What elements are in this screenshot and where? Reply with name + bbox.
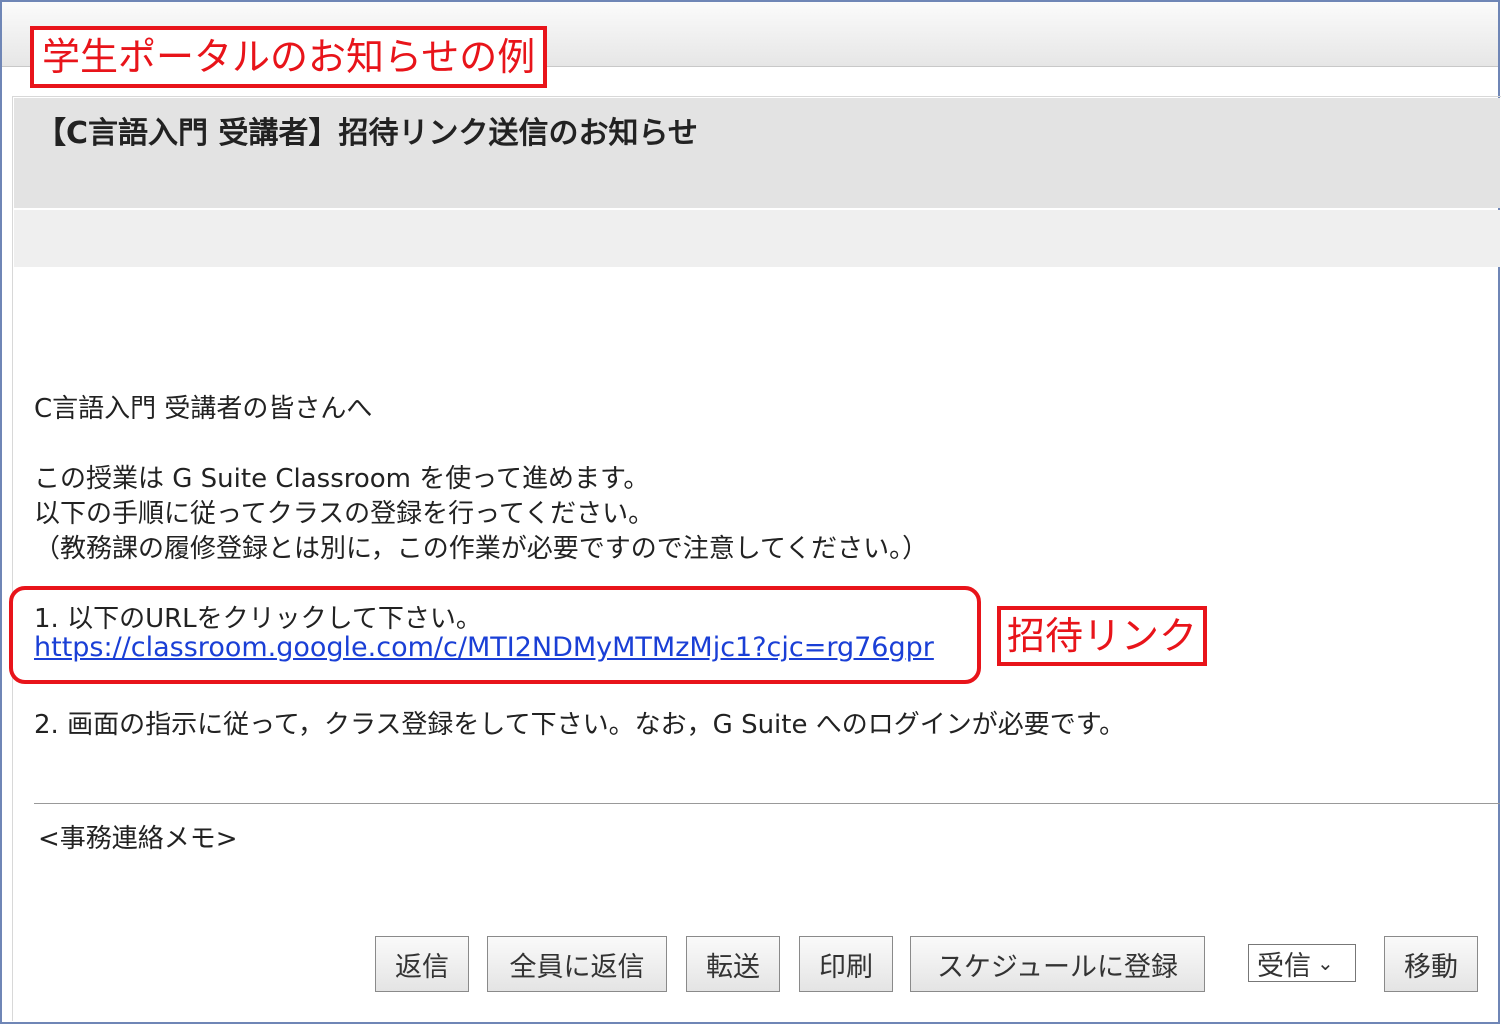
step-2-text: 2. 画面の指示に従って，クラス登録をして下さい。なお，G Suite へのログ… [34,710,1126,740]
body-line-3: （教務課の履修登録とは別に，この作業が必要ですので注意してください。） [34,534,929,564]
print-button[interactable]: 印刷 [799,936,893,992]
folder-select-value: 受信 [1257,950,1311,982]
invite-link[interactable]: https://classroom.google.com/c/MTI2NDMyM… [34,632,934,663]
reply-button[interactable]: 返信 [375,936,469,992]
add-schedule-button[interactable]: スケジュールに登録 [910,936,1205,992]
move-button[interactable]: 移動 [1384,936,1478,992]
body-line-2: 以下の手順に従ってクラスの登録を行ってください。 [34,499,655,529]
body-line-1: この授業は G Suite Classroom を使って進めます。 [34,464,650,494]
forward-button[interactable]: 転送 [686,936,780,992]
reply-all-button[interactable]: 全員に返信 [487,936,667,992]
greeting-text: C言語入門 受講者の皆さんへ [34,394,373,424]
memo-label: <事務連絡メモ> [38,824,238,854]
chevron-down-icon: ⌄ [1317,951,1334,975]
message-subject: 【C言語入門 受講者】招待リンク送信のお知らせ [36,116,698,151]
invite-link-callout: 招待リンク [997,606,1208,666]
title-callout: 学生ポータルのお知らせの例 [30,26,548,88]
meta-bar [14,210,1500,267]
memo-divider [34,803,1500,804]
folder-select[interactable]: 受信 ⌄ [1248,944,1356,982]
step-1-text: 1. 以下のURLをクリックして下さい。 [34,604,482,634]
